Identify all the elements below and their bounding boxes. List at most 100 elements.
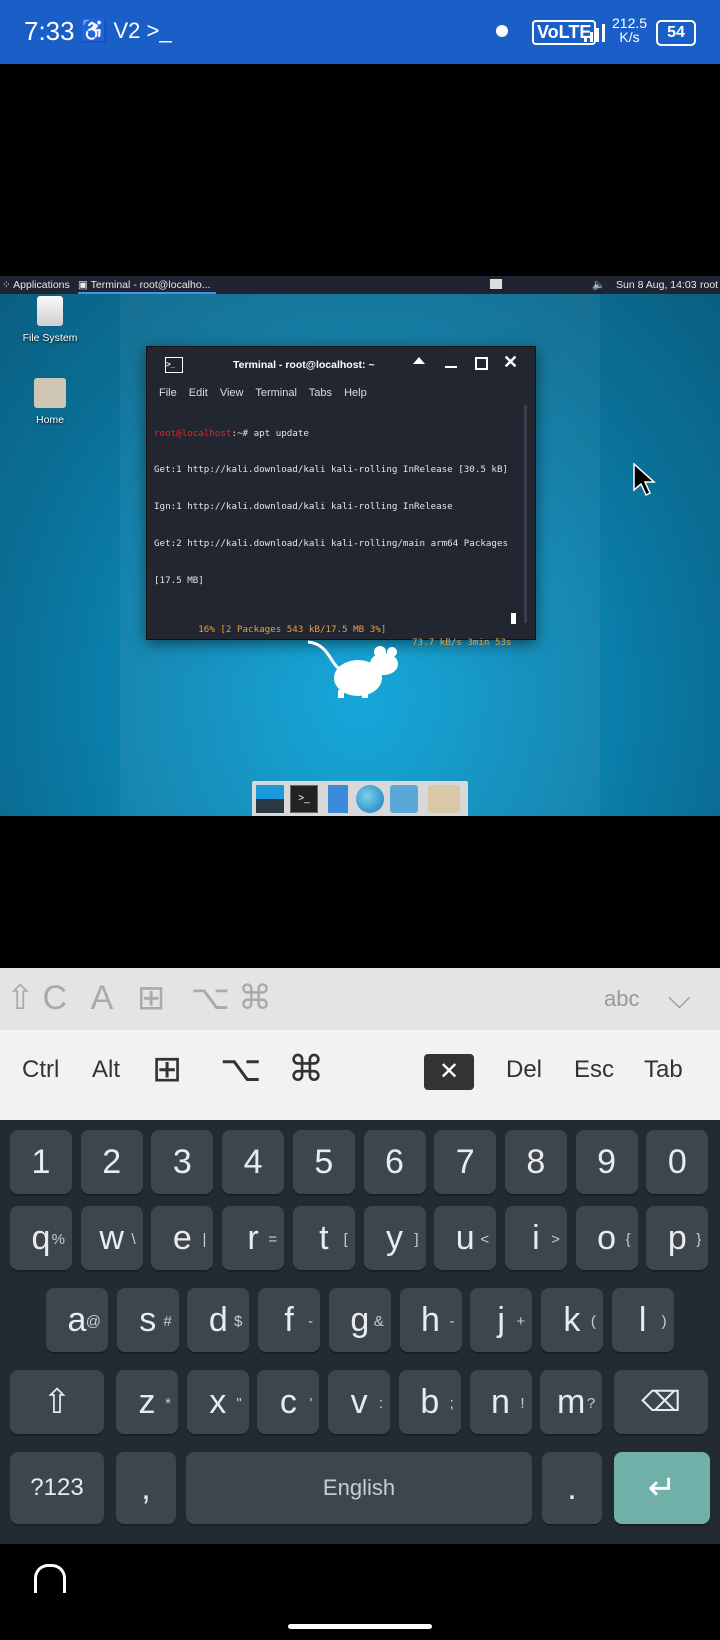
panel-user[interactable]: root [700, 276, 718, 294]
key-s[interactable]: s # [116, 1288, 179, 1352]
dock-file-manager-icon[interactable] [328, 785, 348, 813]
key-5[interactable]: 5 [292, 1130, 355, 1194]
del-key[interactable]: Del [506, 1056, 542, 1084]
key-7[interactable]: 7 [434, 1130, 497, 1194]
key-8[interactable]: 8 [504, 1130, 567, 1194]
terminal-titlebar[interactable]: >_ Terminal - root@localhost: ~ ✕ [147, 347, 535, 383]
key-o[interactable]: o{ [575, 1206, 638, 1270]
tab-key[interactable]: Tab [644, 1056, 683, 1084]
maximize-button[interactable] [475, 357, 488, 370]
key-d[interactable]: d $ [187, 1288, 250, 1352]
key-u[interactable]: u < [434, 1206, 497, 1270]
key-6[interactable]: 6 [363, 1130, 426, 1194]
dock-web-browser-icon[interactable] [356, 785, 384, 813]
menu-help[interactable]: Help [344, 387, 367, 399]
key-n[interactable]: n! [469, 1370, 532, 1434]
key-3[interactable]: 3 [151, 1130, 214, 1194]
key-m[interactable]: m? [540, 1370, 603, 1434]
dock-folder-icon[interactable] [428, 785, 460, 813]
dock-app-finder-icon[interactable] [390, 785, 418, 813]
key-v[interactable]: v: [328, 1370, 391, 1434]
key-j[interactable]: j + [470, 1288, 533, 1352]
key-hint: % [51, 1231, 65, 1248]
workspace-icon[interactable] [490, 279, 502, 289]
key-2[interactable]: 2 [80, 1130, 143, 1194]
key-h[interactable]: h- [399, 1288, 462, 1352]
taskbar-terminal[interactable]: ▣ Terminal - root@localho... [78, 276, 216, 294]
terminal-scrollbar[interactable] [524, 405, 527, 623]
menu-view[interactable]: View [220, 387, 244, 399]
key-c[interactable]: c ' [257, 1370, 320, 1434]
key-hint: > [551, 1231, 560, 1248]
key-b[interactable]: b; [398, 1370, 461, 1434]
key-z[interactable]: z * [116, 1370, 178, 1434]
option-key-icon[interactable]: ⌥ [220, 1048, 261, 1090]
backspace-key-icon[interactable]: ⌫ [614, 1370, 708, 1434]
key-label: i [532, 1219, 540, 1257]
toolbar-modifier-icons[interactable]: ⇧C A ⊞ ⌥⌘ [6, 978, 280, 1018]
key-e[interactable]: e | [151, 1206, 214, 1270]
menu-terminal[interactable]: Terminal [255, 387, 297, 399]
key-x[interactable]: x " [186, 1370, 249, 1434]
home-gesture-bar[interactable] [288, 1624, 432, 1629]
command-key-icon[interactable]: ⌘ [288, 1048, 324, 1090]
key-t[interactable]: t[ [292, 1206, 355, 1270]
prompt-user: root@localhost [154, 427, 232, 439]
key-label: 1 [31, 1143, 51, 1181]
key-label: 5 [314, 1143, 334, 1181]
key-4[interactable]: 4 [222, 1130, 285, 1194]
close-button[interactable]: ✕ [503, 352, 518, 373]
abc-toggle[interactable]: abc [604, 986, 639, 1012]
key-l[interactable]: l) [611, 1288, 674, 1352]
ctrl-key[interactable]: Ctrl [22, 1056, 59, 1084]
key-y[interactable]: y] [363, 1206, 426, 1270]
key-p[interactable]: p} [646, 1206, 709, 1270]
show-desktop-icon[interactable] [256, 785, 284, 813]
minimize-button[interactable] [445, 366, 457, 368]
key-hint: ! [520, 1395, 525, 1412]
panel-clock[interactable]: Sun 8 Aug, 14:03 [616, 276, 697, 294]
menu-file[interactable]: File [159, 387, 177, 399]
key-9[interactable]: 9 [575, 1130, 638, 1194]
key-label: 7 [455, 1143, 475, 1181]
alt-key[interactable]: Alt [92, 1056, 120, 1084]
key-w[interactable]: w \ [80, 1206, 143, 1270]
keyboard-switch-icon[interactable] [34, 1564, 66, 1593]
key-a[interactable]: a @ [46, 1288, 108, 1352]
xfce-top-panel: ⁘ Applications ▣ Terminal - root@localho… [0, 276, 720, 294]
applications-menu[interactable]: ⁘ Applications [2, 276, 70, 294]
esc-key[interactable]: Esc [574, 1056, 614, 1084]
backspace-extra-icon[interactable]: ✕ [424, 1054, 474, 1090]
desktop-icon-file-system[interactable]: File System [0, 296, 100, 344]
windows-key-icon[interactable]: ⊞ [152, 1048, 182, 1090]
symbols-key[interactable]: ?123 [10, 1452, 104, 1524]
menu-tabs[interactable]: Tabs [309, 387, 332, 399]
volume-icon[interactable]: 🔈 [592, 276, 605, 294]
key-q[interactable]: q% [10, 1206, 72, 1270]
menu-edit[interactable]: Edit [189, 387, 208, 399]
period-key[interactable]: . [542, 1452, 602, 1524]
key-r[interactable]: r = [222, 1206, 285, 1270]
key-0[interactable]: 0 [646, 1130, 709, 1194]
key-hint: ] [414, 1231, 419, 1248]
key-label: f [284, 1301, 294, 1339]
collapse-chevron-icon[interactable]: ⌵ [668, 982, 691, 1016]
android-status-bar: 7:33 ♿ V2 >_ VoLTE 212.5 K/s 54 [0, 0, 720, 64]
desktop-icon-home[interactable]: Home [0, 378, 100, 426]
terminal-window[interactable]: >_ Terminal - root@localhost: ~ ✕ File E… [146, 346, 536, 648]
remote-desktop[interactable]: ⁘ Applications ▣ Terminal - root@localho… [0, 276, 720, 816]
key-g[interactable]: g & [328, 1288, 391, 1352]
key-k[interactable]: k( [540, 1288, 603, 1352]
key-1[interactable]: 1 [10, 1130, 72, 1194]
dock-terminal-icon[interactable]: >_ [290, 785, 318, 813]
key-i[interactable]: i > [504, 1206, 567, 1270]
shade-button[interactable] [413, 357, 425, 364]
shift-key-icon[interactable]: ⇧ [10, 1370, 104, 1434]
comma-key[interactable]: , [116, 1452, 176, 1524]
key-label: h [421, 1301, 440, 1339]
notification-dot-icon [496, 25, 508, 37]
space-key[interactable]: English [186, 1452, 532, 1524]
key-f[interactable]: f- [258, 1288, 321, 1352]
key-label: 2 [102, 1143, 122, 1181]
enter-key-icon[interactable]: ↵ [614, 1452, 710, 1524]
